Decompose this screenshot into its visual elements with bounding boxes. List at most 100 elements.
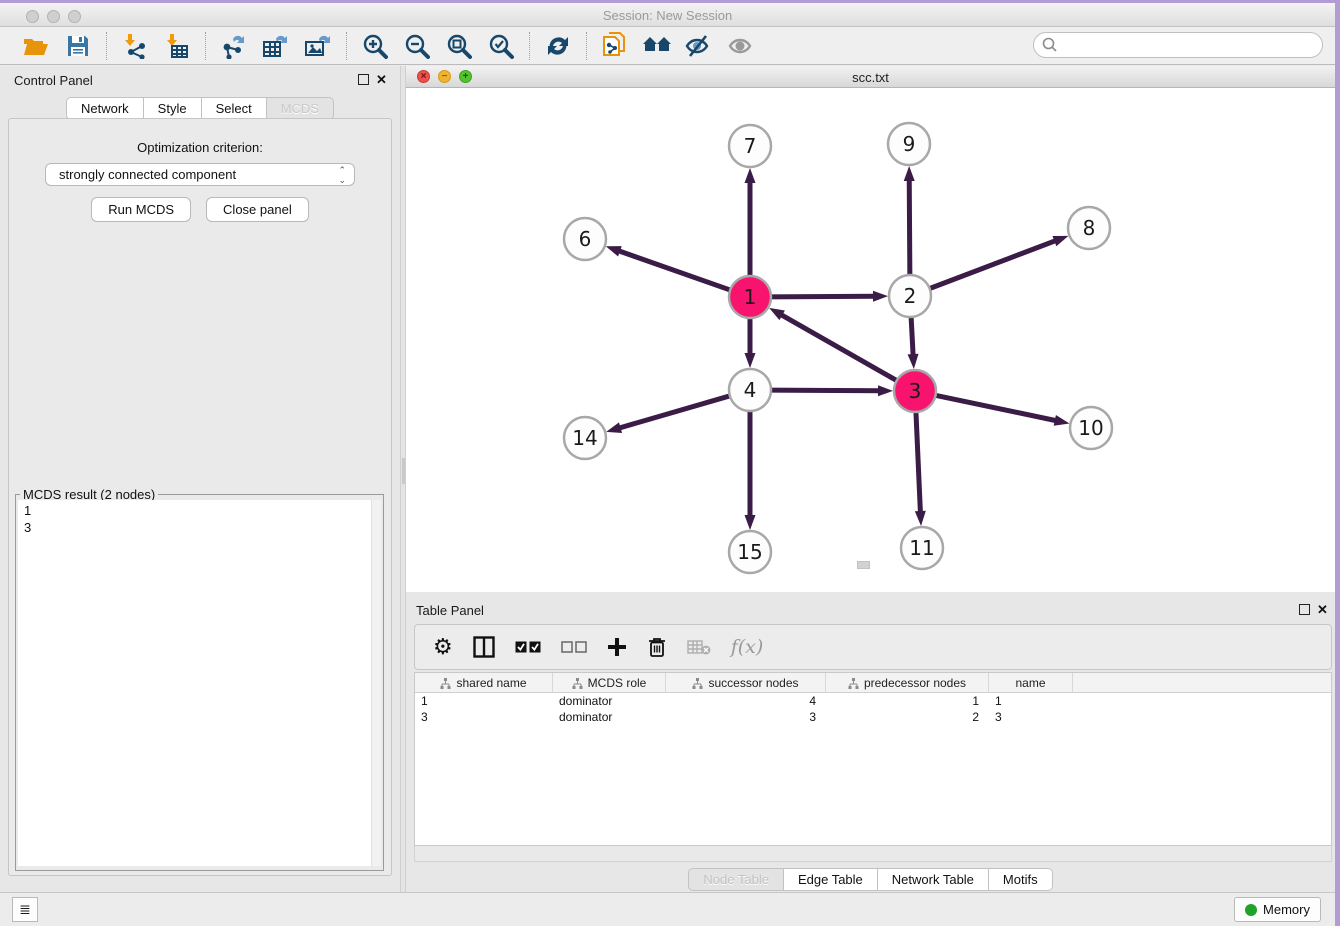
graph-edge-3-11[interactable] (916, 410, 921, 514)
column-header-shared-name[interactable]: shared name (415, 673, 553, 693)
column-header-MCDS-role[interactable]: MCDS role (553, 673, 666, 693)
graph-edge-3-10[interactable] (934, 395, 1058, 421)
zoom-out-icon[interactable] (400, 31, 434, 61)
table-float-icon[interactable] (1299, 604, 1310, 615)
graph-node-label: 1 (744, 285, 757, 309)
tab-mcds[interactable]: MCDS (267, 97, 334, 120)
canvas-resize-grip[interactable] (857, 561, 870, 569)
graph-node-label: 2 (904, 284, 917, 308)
app-titlebar: Session: New Session (0, 3, 1335, 27)
apply-function-icon[interactable]: f(x) (731, 632, 764, 662)
search-input[interactable] (1058, 38, 1308, 53)
network-canvas[interactable]: 7968124314101511 (406, 88, 1335, 592)
node-table[interactable]: shared nameMCDS rolesuccessor nodes prede… (414, 672, 1332, 846)
zoom-selected-icon[interactable] (484, 31, 518, 61)
control-panel-title: Control Panel (14, 73, 93, 88)
mcds-result-values[interactable]: 1 3 (18, 500, 373, 866)
table-tab-node-table[interactable]: Node Table (688, 868, 784, 891)
delete-column-icon[interactable] (647, 632, 667, 662)
memory-label: Memory (1263, 902, 1310, 917)
table-close-icon[interactable]: ✕ (1317, 602, 1328, 618)
first-neighbors-icon[interactable] (640, 31, 674, 61)
column-header-name[interactable]: name (989, 673, 1073, 693)
table-cell[interactable]: 1 (989, 693, 1073, 709)
table-cell[interactable]: 3 (666, 709, 826, 725)
column-header-predecessor-nodes[interactable]: predecessor nodes (826, 673, 989, 693)
graph-arrowhead (873, 291, 888, 302)
table-tab-network-table[interactable]: Network Table (878, 868, 989, 891)
zoom-fit-icon[interactable] (442, 31, 476, 61)
table-tab-motifs[interactable]: Motifs (989, 868, 1053, 891)
save-session-icon[interactable] (61, 31, 95, 61)
tab-network[interactable]: Network (66, 97, 144, 120)
tab-style[interactable]: Style (144, 97, 202, 120)
open-file-icon[interactable] (19, 31, 53, 61)
close-panel-icon[interactable]: ✕ (376, 72, 387, 88)
add-column-icon[interactable] (607, 632, 627, 662)
zoom-in-icon[interactable] (358, 31, 392, 61)
export-table-icon[interactable] (259, 31, 293, 61)
divider-grip[interactable] (402, 458, 405, 484)
memory-button[interactable]: Memory (1234, 897, 1321, 922)
graph-node-label: 8 (1083, 216, 1096, 240)
close-panel-button[interactable]: Close panel (206, 197, 309, 222)
table-row[interactable]: 1dominator411 (415, 693, 1331, 709)
export-network-icon[interactable] (217, 31, 251, 61)
graph-edge-1-2[interactable] (769, 296, 876, 297)
table-cell[interactable]: dominator (553, 709, 666, 725)
show-all-icon[interactable] (724, 31, 758, 61)
table-panel-title: Table Panel (416, 603, 484, 618)
graph-edge-3-1[interactable] (780, 314, 899, 382)
result-scrollbar[interactable] (371, 500, 381, 866)
graph-arrowhead (908, 354, 919, 369)
settings-icon[interactable]: ⚙ (433, 632, 453, 662)
graph-edge-1-6[interactable] (617, 250, 732, 290)
clone-network-icon[interactable] (598, 31, 632, 61)
table-cell[interactable]: 4 (666, 693, 826, 709)
hide-selected-icon[interactable] (682, 31, 716, 61)
dropdown-stepper-icon: ⌃⌄ (338, 165, 346, 185)
import-table-file-icon[interactable] (160, 31, 194, 61)
network-graph[interactable]: 7968124314101511 (406, 88, 1335, 592)
float-panel-icon[interactable] (358, 74, 369, 85)
column-type-icon (572, 678, 583, 689)
graph-arrowhead (1052, 236, 1068, 246)
select-all-columns-icon[interactable] (515, 632, 541, 662)
table-row[interactable]: 3dominator323 (415, 709, 1331, 725)
apply-layout-icon[interactable] (541, 31, 575, 61)
graph-edge-4-3[interactable] (769, 390, 881, 391)
window-title: Session: New Session (0, 8, 1335, 23)
main-toolbar (0, 27, 1335, 65)
table-cell[interactable]: 1 (415, 693, 553, 709)
split-columns-icon[interactable] (473, 632, 495, 662)
table-cell[interactable]: 3 (415, 709, 553, 725)
optimization-label: Optimization criterion: (9, 140, 391, 155)
graph-edge-2-3[interactable] (911, 315, 913, 357)
tab-select[interactable]: Select (202, 97, 267, 120)
optimization-dropdown-value: strongly connected component (59, 167, 236, 182)
task-history-button[interactable]: ≣ (12, 897, 38, 922)
table-tab-edge-table[interactable]: Edge Table (784, 868, 878, 891)
table-body: 1dominator4113dominator323 (415, 693, 1331, 725)
table-cell[interactable]: dominator (553, 693, 666, 709)
export-image-icon[interactable] (301, 31, 335, 61)
table-cell[interactable]: 3 (989, 709, 1073, 725)
graph-edge-4-14[interactable] (618, 395, 732, 428)
run-mcds-button[interactable]: Run MCDS (91, 197, 191, 222)
deselect-all-columns-icon[interactable] (561, 632, 587, 662)
mcds-result-fieldset: MCDS result (2 nodes) 1 3 (15, 494, 384, 871)
graph-arrowhead (878, 385, 893, 396)
column-label: predecessor nodes (864, 676, 966, 690)
table-cell[interactable]: 1 (826, 693, 989, 709)
search-box[interactable] (1033, 32, 1323, 58)
optimization-dropdown[interactable]: strongly connected component ⌃⌄ (45, 163, 355, 186)
graph-edge-2-9[interactable] (909, 178, 910, 277)
toolbar-separator (586, 32, 587, 60)
table-cell[interactable]: 2 (826, 709, 989, 725)
control-panel: Control Panel ✕ NetworkStyleSelectMCDS O… (0, 66, 400, 892)
graph-edge-2-8[interactable] (928, 240, 1057, 289)
destroy-table-icon[interactable] (687, 632, 711, 662)
column-header-successor-nodes[interactable]: successor nodes (666, 673, 826, 693)
import-network-file-icon[interactable] (118, 31, 152, 61)
table-hscrollbar[interactable] (414, 846, 1332, 862)
